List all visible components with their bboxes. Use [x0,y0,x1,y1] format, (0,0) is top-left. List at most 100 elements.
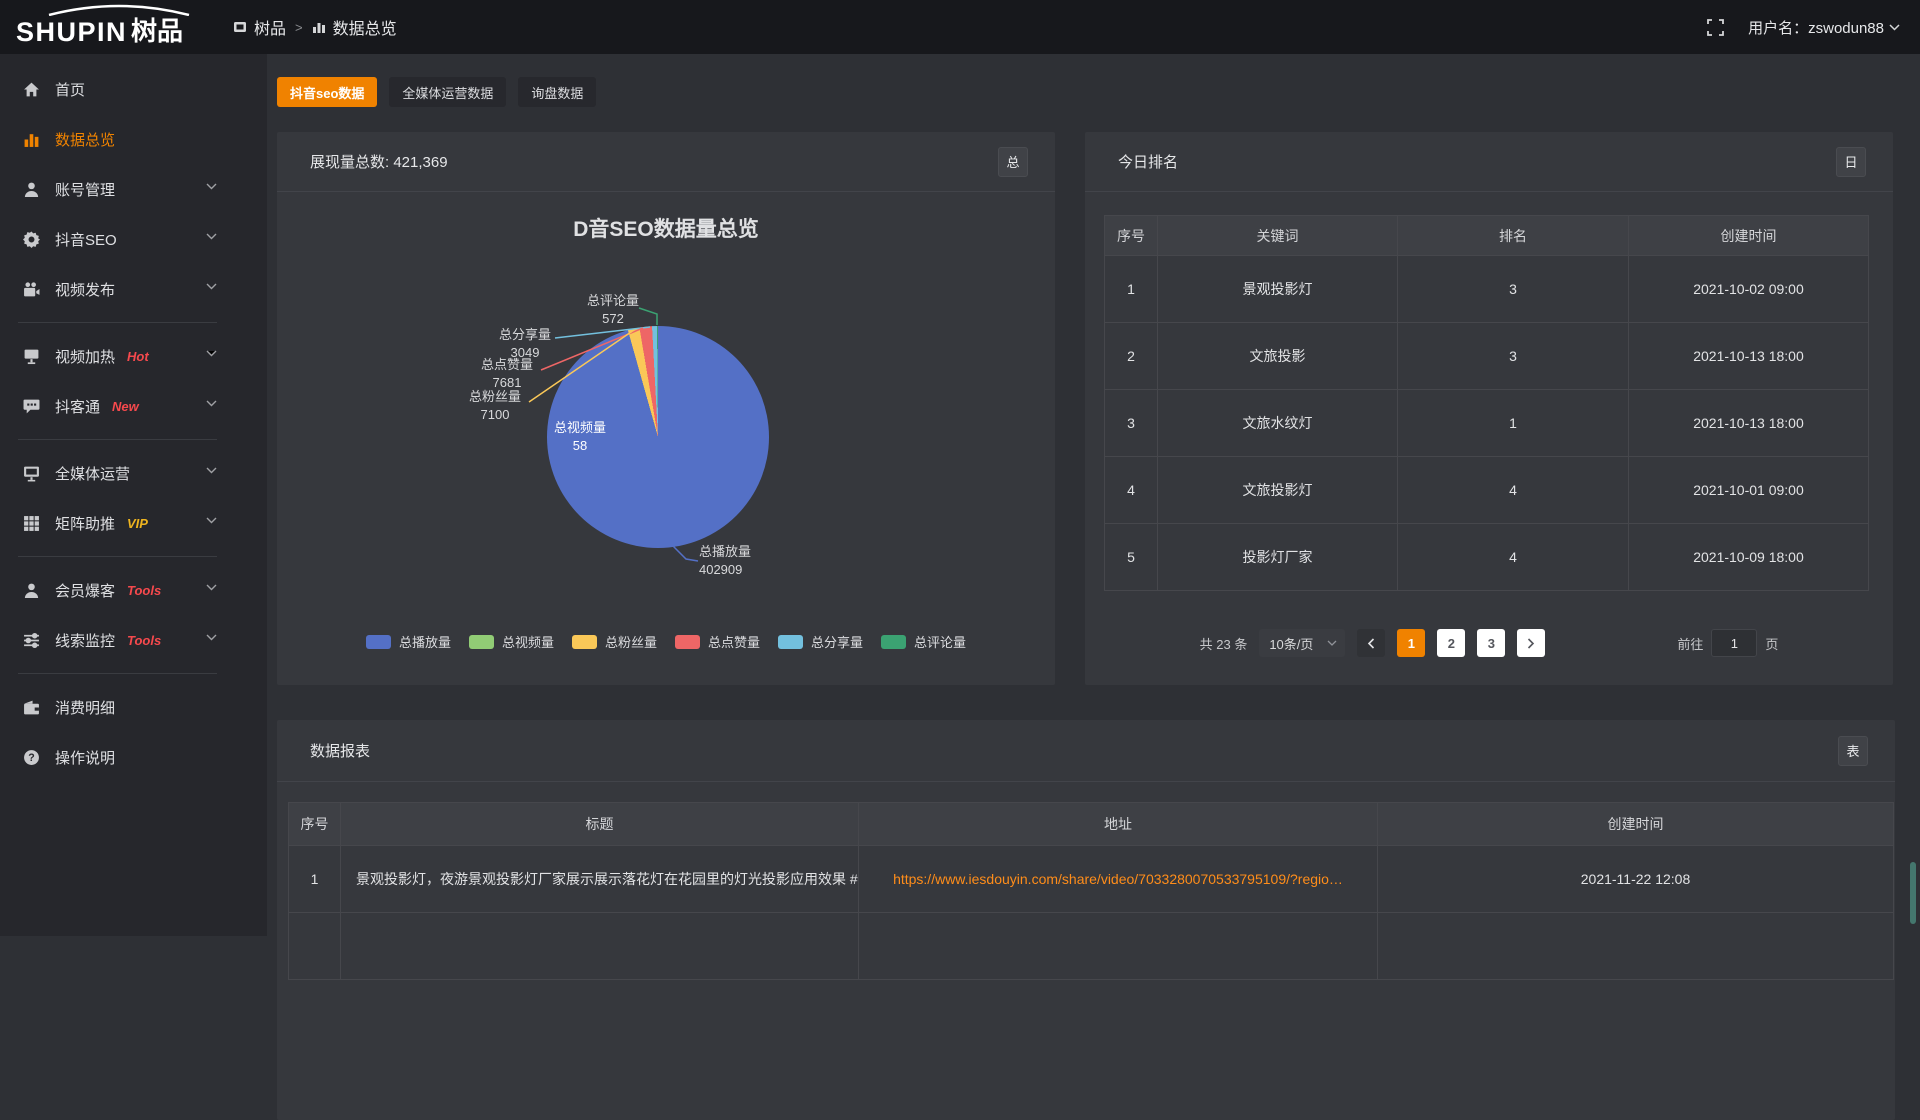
table-view-button[interactable]: 表 [1838,736,1868,766]
tab-all-media-data[interactable]: 全媒体运营数据 [389,77,506,107]
table-row[interactable]: 2文旅投影32021-10-13 18:00 [1105,323,1869,390]
sidebar-item-label: 抖客通 [55,396,100,417]
ranking-panel: 今日排名 日 序号 关键词 排名 创建时间 1景观投影灯32021-10-02 … [1085,132,1893,685]
sidebar-item-member[interactable]: 会员爆客 Tools [0,565,217,615]
chevron-down-icon [206,584,217,591]
sidebar-item-data-overview[interactable]: 数据总览 [0,114,217,164]
sidebar-item-label: 首页 [55,79,85,100]
sidebar-item-all-media[interactable]: 全媒体运营 [0,448,217,498]
chevron-down-icon [206,400,217,407]
legend-item-fans[interactable]: 总粉丝量 [572,632,657,651]
sidebar-item-video-publish[interactable]: 视频发布 [0,264,217,314]
sidebar-divider [18,439,217,440]
sidebar-item-douyin-seo[interactable]: 抖音SEO [0,214,217,264]
legend-item-plays[interactable]: 总播放量 [366,632,451,651]
table-row[interactable] [289,913,1894,980]
sidebar-item-label: 线索监控 [55,630,115,651]
sidebar-item-label: 消费明细 [55,697,115,718]
legend-item-shares[interactable]: 总分享量 [778,632,863,651]
sidebar-item-home[interactable]: 首页 [0,64,217,114]
report-panel: 数据报表 表 序号 标题 地址 创建时间 1 景观投影灯，夜游景观投影灯厂家展示… [277,720,1895,1120]
table-row[interactable]: 3文旅水纹灯12021-10-13 18:00 [1105,390,1869,457]
sidebar-item-matrix-boost[interactable]: 矩阵助推 VIP [0,498,217,548]
pagination-total: 共 23 条 [1200,634,1248,653]
chevron-down-icon [1327,640,1337,646]
grid-icon [23,515,40,532]
screen-icon [23,348,40,365]
new-badge: New [112,399,139,414]
sidebar-item-help[interactable]: ? 操作说明 [0,732,217,782]
sidebar-item-doukarton[interactable]: 抖客通 New [0,381,217,431]
daily-view-button[interactable]: 日 [1836,147,1866,177]
chevron-down-icon [206,350,217,357]
sidebar-divider [18,556,217,557]
legend-item-comments[interactable]: 总评论量 [881,632,966,651]
sidebar-item-label: 视频发布 [55,279,115,300]
sidebar-item-video-heat[interactable]: 视频加热 Hot [0,331,217,381]
tab-douyin-seo-data[interactable]: 抖音seo数据 [277,77,377,107]
vip-badge: VIP [127,516,148,531]
chevron-down-icon [206,634,217,641]
next-page-button[interactable] [1517,629,1545,657]
chevron-left-icon [1367,638,1375,649]
fullscreen-icon[interactable] [1707,19,1724,36]
video-url-link[interactable]: https://www.iesdouyin.com/share/video/70… [893,871,1343,887]
overview-panel: 展现量总数: 421,369 总 D音SEO数据量总览 总评论量 572 总分享… [277,132,1055,685]
tab-inquiry-data[interactable]: 询盘数据 [518,77,596,107]
tools-badge: Tools [127,583,161,598]
sidebar-item-label: 矩阵助推 [55,513,115,534]
prev-page-button[interactable] [1357,629,1385,657]
breadcrumb-root[interactable]: 树品 [233,15,286,39]
main-content: 抖音seo数据 全媒体运营数据 询盘数据 展现量总数: 421,369 总 D音… [267,54,1920,936]
chart-title: D音SEO数据量总览 [277,213,1055,243]
username-label: 用户名：zswodun88 [1748,17,1884,38]
sidebar-item-spend-detail[interactable]: 消费明细 [0,682,217,732]
sidebar-item-leads-monitor[interactable]: 线索监控 Tools [0,615,217,665]
tools-badge: Tools [127,633,161,648]
page-button-3[interactable]: 3 [1477,629,1505,657]
table-row[interactable]: 1 景观投影灯，夜游景观投影灯厂家展示展示落花灯在花园里的灯光投影应用效果 # … [289,846,1894,913]
chevron-down-icon [206,233,217,240]
legend-swatch [469,635,494,649]
goto-page-input[interactable] [1711,629,1757,657]
total-view-button[interactable]: 总 [998,147,1028,177]
legend-item-likes[interactable]: 总点赞量 [675,632,760,651]
page-jumper: 前往 页 [1677,629,1778,657]
breadcrumb-current[interactable]: 数据总览 [312,15,397,39]
sidebar-item-label: 抖音SEO [55,229,117,250]
bar-chart-icon [312,20,326,34]
table-row[interactable]: 5投影灯厂家42021-10-09 18:00 [1105,524,1869,591]
sidebar: 首页 数据总览 账号管理 抖音SEO 视频发布 视频加热 Hot 抖客通 New… [0,54,267,936]
sidebar-item-label: 账号管理 [55,179,115,200]
gear-icon [23,231,40,248]
table-header-row: 序号 标题 地址 创建时间 [289,803,1894,846]
legend-item-videos[interactable]: 总视频量 [469,632,554,651]
logo-text-en: SHUPIN [16,17,127,48]
header-right: 用户名：zswodun88 [1707,0,1900,54]
page-button-1[interactable]: 1 [1397,629,1425,657]
report-panel-title: 数据报表 [310,740,370,761]
chat-icon [23,398,40,415]
sidebar-item-account[interactable]: 账号管理 [0,164,217,214]
svg-text:?: ? [28,752,34,764]
scrollbar-thumb[interactable] [1910,862,1916,924]
table-row[interactable]: 1景观投影灯32021-10-02 09:00 [1105,256,1869,323]
bar-chart-icon [23,131,40,148]
chevron-down-icon [206,467,217,474]
sidebar-item-label: 视频加热 [55,346,115,367]
chevron-down-icon [206,183,217,190]
user-menu[interactable]: 用户名：zswodun88 [1748,17,1900,38]
page-size-select[interactable]: 10条/页 [1259,629,1345,657]
pie-label-comments: 总评论量 572 [587,292,639,328]
app-logo: SHUPIN 树品 [16,0,183,54]
chevron-down-icon [206,517,217,524]
table-row[interactable]: 4文旅投影灯42021-10-01 09:00 [1105,457,1869,524]
page-button-2[interactable]: 2 [1437,629,1465,657]
pie-label-plays: 总播放量 402909 [699,543,751,579]
ranking-panel-header: 今日排名 日 [1085,132,1893,192]
logo-arc [44,4,194,16]
pie-label-likes: 总点赞量 7681 [481,356,533,392]
sidebar-item-label: 数据总览 [55,129,115,150]
sidebar-item-label: 操作说明 [55,747,115,768]
report-table: 序号 标题 地址 创建时间 1 景观投影灯，夜游景观投影灯厂家展示展示落花灯在花… [288,802,1894,980]
